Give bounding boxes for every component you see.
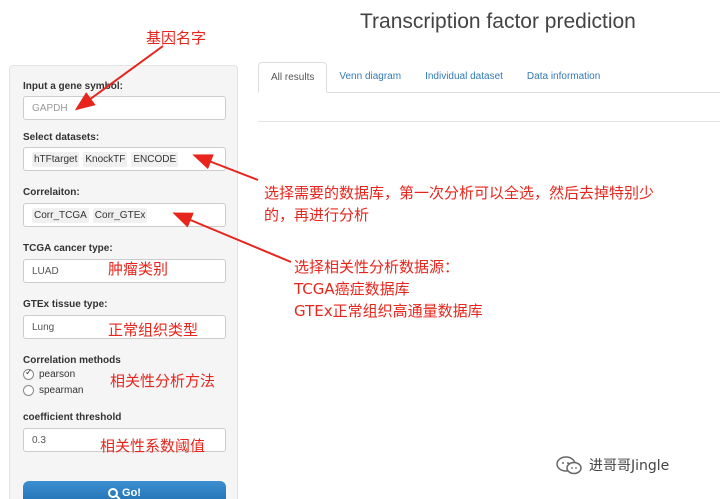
annotation-corr-1: 选择相关性分析数据源： bbox=[294, 258, 460, 276]
watermark: 进哥哥Jingle bbox=[555, 455, 669, 475]
wechat-icon bbox=[556, 456, 582, 475]
annotation-select-db-2: 的，再进行分析 bbox=[264, 206, 370, 224]
annotation-select-db-1: 选择需要的数据库，第一次分析可以全选，然后去掉特别少 bbox=[264, 184, 655, 202]
annotation-normal-tissue: 正常组织类型 bbox=[108, 321, 199, 339]
arrow-gene bbox=[74, 45, 164, 111]
annotation-tumor-type: 肿瘤类别 bbox=[108, 260, 169, 278]
annotation-arrows bbox=[74, 45, 292, 263]
annotation-corr-threshold: 相关性系数阈值 bbox=[100, 437, 206, 455]
annotation-corr-2: TCGA癌症数据库 bbox=[294, 280, 410, 298]
annotation-corr-3: GTEx正常组织高通量数据库 bbox=[294, 302, 483, 320]
arrow-datasets bbox=[192, 154, 259, 181]
annotation-gene-name: 基因名字 bbox=[146, 29, 207, 47]
watermark-text: 进哥哥Jingle bbox=[589, 458, 670, 474]
annotation-corr-method: 相关性分析方法 bbox=[110, 372, 216, 390]
